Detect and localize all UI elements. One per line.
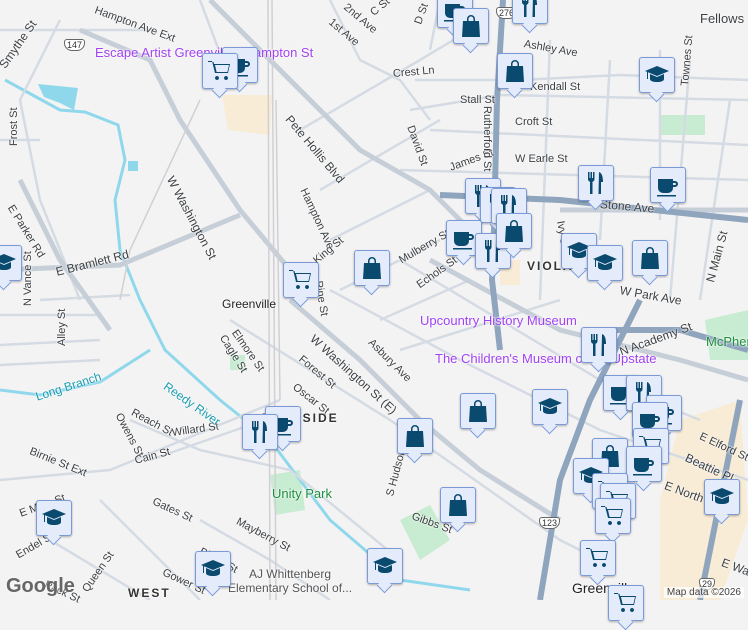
map-attribution[interactable]: Map data ©2026 <box>663 587 744 598</box>
cafe-icon <box>453 232 474 250</box>
shopping-icon <box>363 257 381 279</box>
grocery-icon <box>601 506 623 525</box>
grocery-icon <box>208 61 230 80</box>
school-icon <box>201 560 225 576</box>
shopping-marker[interactable] <box>453 8 489 44</box>
shopping-marker[interactable] <box>397 418 433 454</box>
school-marker[interactable] <box>195 551 231 587</box>
route-shield: 123 <box>539 517 561 529</box>
school-marker[interactable] <box>532 389 568 425</box>
grocery-marker[interactable] <box>283 262 319 298</box>
shopping-marker[interactable] <box>496 213 532 249</box>
grocery-marker[interactable] <box>202 53 238 89</box>
street-label: W Earle St <box>515 153 568 165</box>
shopping-marker[interactable] <box>440 487 476 523</box>
shopping-icon <box>641 247 659 269</box>
park-label: McPherson Park <box>706 334 748 349</box>
grocery-icon <box>586 548 608 567</box>
school-icon <box>645 66 669 82</box>
poi-church[interactable]: Fellows <box>700 11 744 26</box>
shopping-icon <box>505 220 523 242</box>
street-label: Stall St <box>460 94 495 106</box>
street-label: N Vance St <box>22 251 34 306</box>
cafe-icon <box>657 179 678 197</box>
school-marker[interactable] <box>639 57 675 93</box>
school-icon <box>538 398 562 414</box>
restaurant-marker[interactable] <box>578 165 614 201</box>
poi-childrens-museum[interactable]: The Children's Museum of the Upstate <box>435 352 656 366</box>
cafe-marker[interactable] <box>626 446 662 482</box>
shopping-marker[interactable] <box>497 53 533 89</box>
street-label: Kendall St <box>530 81 581 93</box>
shopping-icon <box>462 15 480 37</box>
grocery-icon <box>614 593 636 612</box>
route-shield: 147 <box>64 39 86 51</box>
school-marker[interactable] <box>367 548 403 584</box>
school-icon <box>373 557 397 573</box>
grocery-marker[interactable] <box>595 498 631 534</box>
cafe-marker[interactable] <box>650 167 686 203</box>
shopping-icon <box>506 60 524 82</box>
school-icon <box>710 488 734 504</box>
poi-upcountry-history-museum[interactable]: Upcountry History Museum <box>420 314 577 328</box>
school-icon <box>593 254 617 270</box>
school-marker[interactable] <box>36 500 72 536</box>
restaurant-marker[interactable] <box>242 414 278 450</box>
restaurant-icon <box>252 421 267 443</box>
restaurant-icon <box>588 172 603 194</box>
shopping-icon <box>406 425 424 447</box>
restaurant-marker[interactable] <box>512 0 548 24</box>
street-label: Croft St <box>515 116 553 128</box>
street-label: Frost St <box>8 107 20 146</box>
school-marker[interactable] <box>0 245 22 281</box>
school-marker[interactable] <box>587 245 623 281</box>
grocery-icon <box>289 270 311 289</box>
school-icon <box>0 254 16 270</box>
shopping-icon <box>469 400 487 422</box>
school-icon <box>42 509 66 525</box>
poi-whittenberg-school[interactable]: AJ Whittenberg Elementary School of... <box>225 567 355 595</box>
shopping-marker[interactable] <box>354 250 390 286</box>
restaurant-marker[interactable] <box>581 327 617 363</box>
shopping-marker[interactable] <box>460 393 496 429</box>
street-label: Alley St <box>56 308 68 346</box>
poi-train-station[interactable]: Greenville <box>222 297 276 311</box>
school-marker[interactable] <box>704 479 740 515</box>
poi-unity-park[interactable]: Unity Park <box>272 486 332 501</box>
grocery-marker[interactable] <box>580 540 616 576</box>
shopping-marker[interactable] <box>632 240 668 276</box>
shopping-icon <box>449 494 467 516</box>
restaurant-icon <box>522 0 537 17</box>
area-label: WEST <box>128 586 171 600</box>
restaurant-icon <box>591 334 606 356</box>
cafe-icon <box>633 458 654 476</box>
google-logo: Google <box>6 575 75 597</box>
grocery-marker[interactable] <box>608 585 644 621</box>
street-label: Rutherford St <box>481 106 493 172</box>
